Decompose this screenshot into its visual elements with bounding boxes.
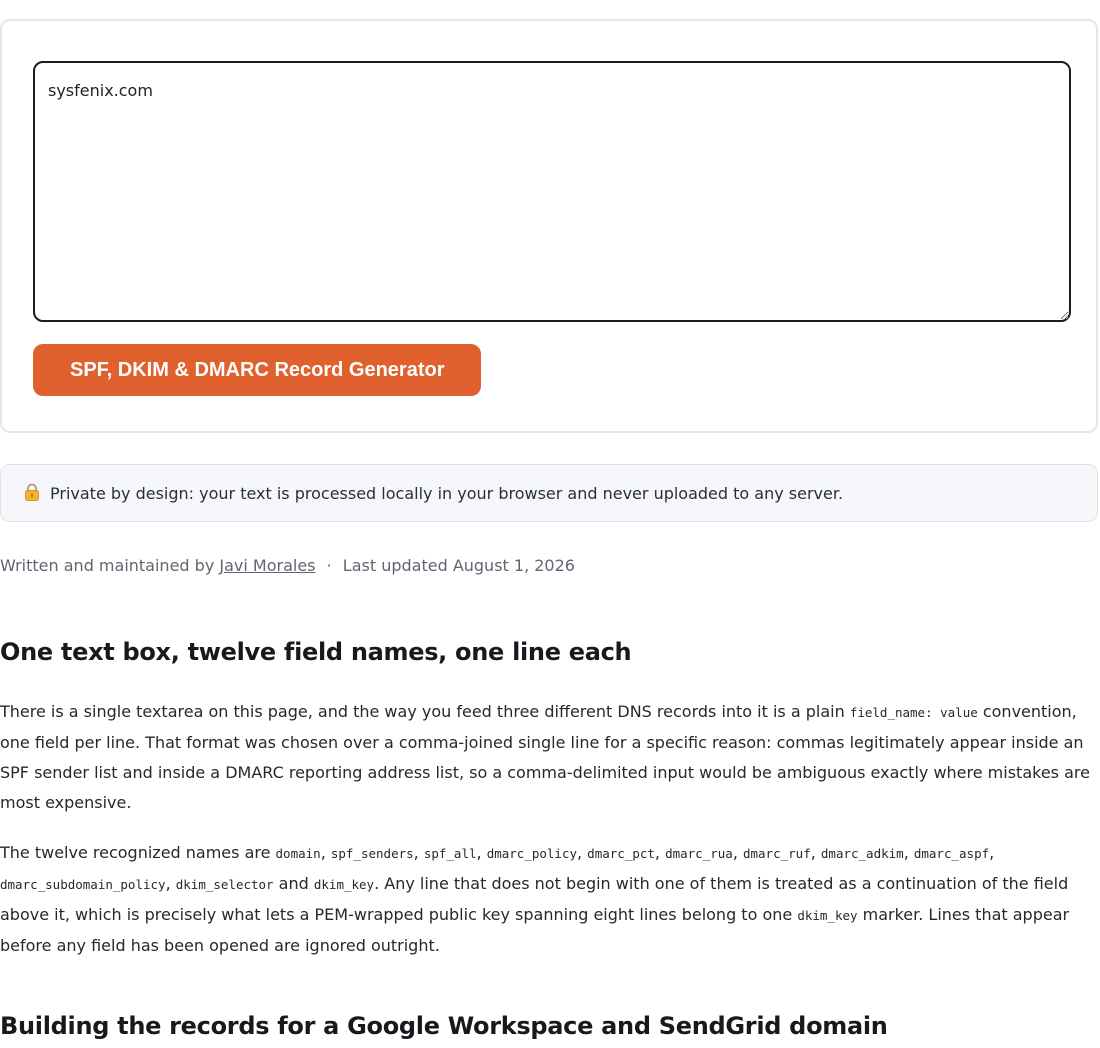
list-comma: , <box>320 843 331 862</box>
paragraph-field-list: The twelve recognized names are domain, … <box>0 838 1100 961</box>
paragraph-text: There is a single textarea on this page,… <box>0 702 850 721</box>
field-name-code: dkim_selector <box>175 877 274 892</box>
field-name-code: dmarc_pct <box>587 846 655 861</box>
list-comma: , <box>577 843 588 862</box>
field-name-code: dmarc_adkim <box>820 846 904 861</box>
field-name-code: dmarc_ruf <box>742 846 811 861</box>
list-and: and <box>273 874 314 893</box>
field-name-code: dmarc_policy <box>486 846 577 861</box>
section-heading-example: Building the records for a Google Worksp… <box>0 1012 888 1040</box>
byline: Written and maintained by Javi Morales ·… <box>0 556 575 575</box>
generator-card: sysfenix.com SPF, DKIM & DMARC Record Ge… <box>0 19 1098 433</box>
field-name-code: domain <box>275 846 321 861</box>
lock-icon <box>24 483 40 501</box>
list-comma: , <box>989 843 995 862</box>
list-comma: , <box>732 843 743 862</box>
byline-prefix: Written and maintained by <box>0 556 215 575</box>
section-heading-field-names: One text box, twelve field names, one li… <box>0 638 632 666</box>
list-comma: , <box>810 843 821 862</box>
paragraph-format: There is a single textarea on this page,… <box>0 697 1100 818</box>
privacy-notice: Private by design: your text is processe… <box>0 464 1098 522</box>
list-comma: , <box>165 874 176 893</box>
list-comma: , <box>476 843 487 862</box>
last-updated: Last updated August 1, 2026 <box>342 556 575 575</box>
inline-code: dkim_key <box>797 908 858 923</box>
field-name-code: dmarc_aspf <box>913 846 990 861</box>
author-link[interactable]: Javi Morales <box>219 556 315 575</box>
privacy-text: Private by design: your text is processe… <box>50 483 844 503</box>
field-name-code: dmarc_subdomain_policy <box>0 877 166 892</box>
list-comma: , <box>903 843 914 862</box>
inline-code: field_name: value <box>849 705 978 720</box>
field-name-code: dmarc_rua <box>665 846 733 861</box>
generate-records-button[interactable]: SPF, DKIM & DMARC Record Generator <box>33 344 481 396</box>
field-name-code: dkim_key <box>313 877 375 892</box>
list-comma: , <box>654 843 666 862</box>
field-name-code: spf_senders <box>330 846 414 861</box>
byline-separator: · <box>326 556 332 575</box>
field-name-code: spf_all <box>423 846 477 861</box>
paragraph-text: The twelve recognized names are <box>0 843 276 862</box>
record-input-textarea[interactable]: sysfenix.com <box>33 61 1071 322</box>
list-comma: , <box>413 843 424 862</box>
